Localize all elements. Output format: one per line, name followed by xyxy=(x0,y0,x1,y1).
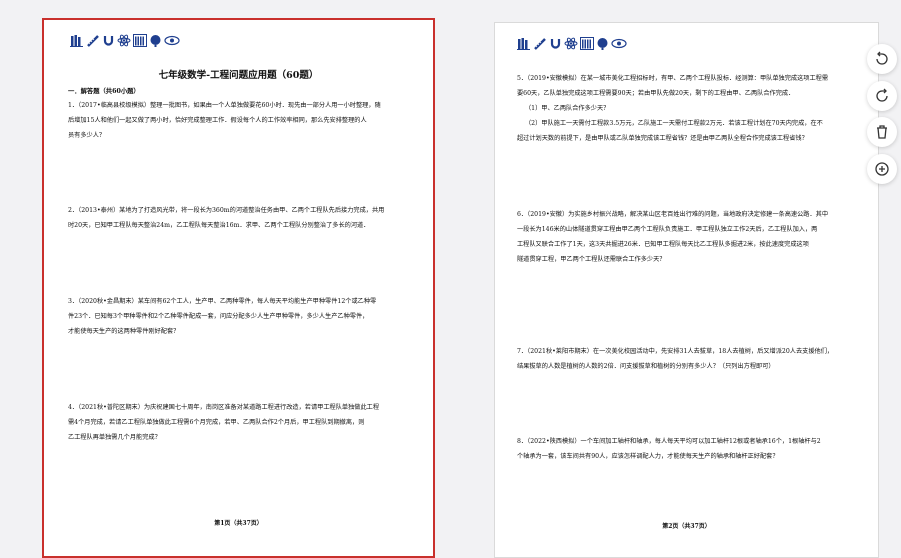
question-line: 隧道贯穿工程，甲乙两个工程队还需联合工作多少天？ xyxy=(517,256,666,263)
page-footer: 第1页（共37页） xyxy=(214,520,263,527)
question-line: 个轴承为一套，该车间共有90人，应该怎样调配人力，才能使每天生产的轴承和轴杆正好… xyxy=(517,453,779,460)
document-page-2[interactable]: 5．（2019•安徽模拟）在某一城市美化工程招标时，有甲、乙两个工程队投标．经测… xyxy=(494,22,879,558)
question-line: 3．（2020秋•金昌期末）某车间有62个工人，生产甲、乙两种零件，每人每天平均… xyxy=(68,298,377,305)
atom-icon xyxy=(564,37,578,50)
question-line: 员有多少人？ xyxy=(68,132,106,139)
rotate-right-icon xyxy=(876,88,888,102)
subject-icons-header xyxy=(70,34,180,47)
question-line: 8．（2022•陕西模拟）一个车间加工轴杆和轴承，每人每天平均可以加工轴杆12根… xyxy=(517,438,821,445)
question-line: 才能使每天生产的这两种零件刚好配套？ xyxy=(68,328,180,335)
question-2: 2．（2013•泰州）某地为了打造风光带，将一段长为360m的河道整治任务由甲、… xyxy=(68,203,410,233)
question-line: 乙工程队再单独需几个月能完成？ xyxy=(68,434,161,441)
globe-icon xyxy=(597,38,608,50)
bookshelf-icon xyxy=(580,37,594,50)
globe-icon xyxy=(150,35,161,47)
subject-icons-header xyxy=(517,37,627,50)
question-8: 8．（2022•陕西模拟）一个车间加工轴杆和轴承，每人每天平均可以加工轴杆12根… xyxy=(517,434,857,464)
bookshelf-icon xyxy=(133,34,147,47)
ruler-icon xyxy=(87,35,99,47)
question-line: 件23个．已知每3个甲种零件和2个乙种零件配成一套，问应分配多少人生产甲种零件，… xyxy=(68,313,369,320)
page-tools-panel xyxy=(867,44,897,184)
add-page-button[interactable] xyxy=(867,154,897,184)
question-line: 工程队又联合工作了1天，这3天共掘进26米．已知甲工程队每天比乙工程队多掘进2米… xyxy=(517,241,809,248)
question-line: 1．（2017•临高县校级模拟）整理一批图书，如果由一个人单独做要花60小时．现… xyxy=(68,102,381,109)
ruler-icon xyxy=(534,38,546,50)
books-icon xyxy=(70,35,83,47)
magnet-icon xyxy=(103,36,114,46)
question-line: 时20天，已知甲工程队每天整治24m，乙工程队每天整治16m．求甲、乙两个工程队… xyxy=(68,222,370,229)
rotate-left-button[interactable] xyxy=(867,44,897,74)
question-line: 6．（2019•安徽）为实施乡村振兴战略，解决某山区老百姓出行难的问题，当地政府… xyxy=(517,211,829,218)
question-7: 7．（2021秋•莱阳市期末）在一次美化校园活动中，先安排31人去拔草，18人去… xyxy=(517,344,857,374)
question-3: 3．（2020秋•金昌期末）某车间有62个工人，生产甲、乙两种零件，每人每天平均… xyxy=(68,294,410,339)
question-line: 7．（2021秋•莱阳市期末）在一次美化校园活动中，先安排31人去拔草，18人去… xyxy=(517,348,834,355)
zoom-in-icon xyxy=(875,162,889,176)
atom-icon xyxy=(117,34,131,47)
question-line: 一段长为146米的山体隧道贯穿工程由甲乙两个工程队负责施工．甲工程队独立工作2天… xyxy=(517,226,818,233)
question-line: 要60天，乙队单独完成这项工程需要90天；若由甲队先做20天，剩下的工程由甲、乙… xyxy=(517,90,795,97)
books-icon xyxy=(517,38,530,50)
question-5: 5．（2019•安徽模拟）在某一城市美化工程招标时，有甲、乙两个工程队投标．经测… xyxy=(517,71,857,146)
delete-page-button[interactable] xyxy=(867,117,897,147)
trash-icon xyxy=(877,125,887,139)
page-footer: 第2页（共37页） xyxy=(662,523,711,530)
question-line: 需4个月完成，若请乙工程队单独做此工程需6个月完成，若甲、乙两队合作2个月后，甲… xyxy=(68,419,365,426)
question-line: （1）甲、乙两队合作多少天？ xyxy=(525,105,610,112)
magnet-icon xyxy=(550,39,561,49)
question-line: 超过计划天数的前提下，是由甲队或乙队单独完成该工程省钱？还是由甲乙两队全程合作完… xyxy=(517,135,808,142)
section-heading: 一．解答题（共60小题） xyxy=(68,88,140,95)
eye-icon xyxy=(164,35,180,46)
question-4: 4．（2021秋•普陀区期末）为庆祝建国七十周年，南岗区准备对某道路工程进行改造… xyxy=(68,400,410,445)
question-6: 6．（2019•安徽）为实施乡村振兴战略，解决某山区老百姓出行难的问题，当地政府… xyxy=(517,207,857,267)
question-line: 5．（2019•安徽模拟）在某一城市美化工程招标时，有甲、乙两个工程队投标．经测… xyxy=(517,75,829,82)
document-page-1[interactable]: 七年级数学-工程问题应用题（60题） 一．解答题（共60小题） 1．（2017•… xyxy=(42,18,435,558)
rotate-left-icon xyxy=(876,51,888,65)
rotate-right-button[interactable] xyxy=(867,81,897,111)
question-line: 4．（2021秋•普陀区期末）为庆祝建国七十周年，南岗区准备对某道路工程进行改造… xyxy=(68,404,380,411)
question-line: 结果拔草的人数是植树的人数的2倍．问支援拔草和植树的分别有多少人？（只列出方程即… xyxy=(517,363,775,370)
question-line: （2）甲队施工一天需付工程款3.5万元，乙队施工一天需付工程款2万元．若该工程计… xyxy=(525,120,823,127)
document-title: 七年级数学-工程问题应用题（60题） xyxy=(158,70,319,81)
question-line: 2．（2013•泰州）某地为了打造风光带，将一段长为360m的河道整治任务由甲、… xyxy=(68,207,385,214)
eye-icon xyxy=(611,38,627,49)
question-line: 后增加15人和他们一起又做了两小时，恰好完成整理工作．假设每个人的工作效率相同，… xyxy=(68,117,367,124)
question-1: 1．（2017•临高县校级模拟）整理一批图书，如果由一个人单独做要花60小时．现… xyxy=(68,98,410,143)
